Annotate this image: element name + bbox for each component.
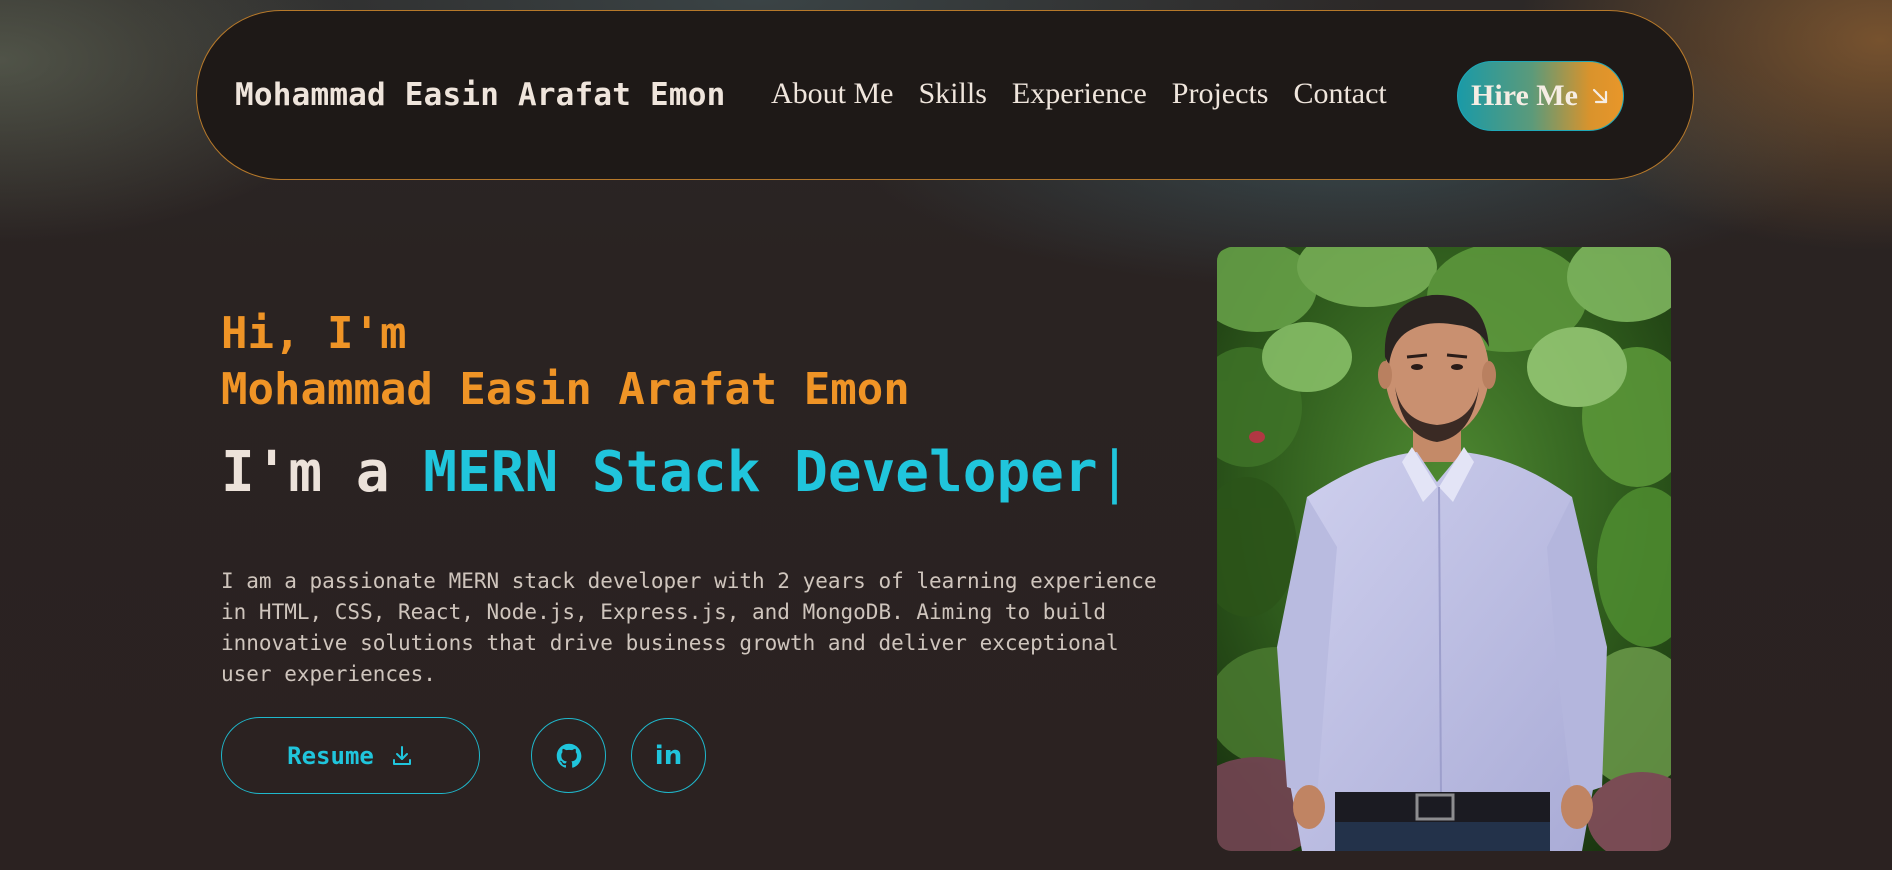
greeting-text: Hi, I'm (221, 308, 407, 359)
nav-link-experience[interactable]: Experience (1012, 77, 1147, 111)
nav-link-about[interactable]: About Me (771, 77, 894, 111)
resume-label: Resume (287, 741, 374, 770)
linkedin-button[interactable]: in (631, 718, 706, 793)
nav-link-skills[interactable]: Skills (919, 77, 987, 111)
nav-link-projects[interactable]: Projects (1172, 77, 1269, 111)
hire-me-label: Hire Me (1471, 79, 1578, 112)
hire-me-button[interactable]: Hire Me (1457, 61, 1624, 131)
navbar: Mohammad Easin Arafat Emon About Me Skil… (196, 10, 1694, 180)
typing-cursor: | (1097, 440, 1132, 505)
download-icon (392, 745, 411, 765)
role-text: MERN Stack Developer (423, 440, 1098, 505)
hero-role-line: I'm a MERN Stack Developer| (221, 440, 1131, 505)
arrow-down-right-icon (1592, 88, 1608, 104)
nav-link-contact[interactable]: Contact (1293, 77, 1386, 111)
linkedin-icon: in (654, 740, 683, 771)
role-prefix: I'm a (221, 440, 424, 505)
hero-intro: I am a passionate MERN stack developer w… (221, 569, 1157, 686)
profile-photo (1217, 247, 1671, 851)
nav-links: About Me Skills Experience Projects Cont… (771, 77, 1387, 111)
resume-button[interactable]: Resume (221, 717, 480, 794)
brand-name[interactable]: Mohammad Easin Arafat Emon (235, 77, 725, 113)
hero-name: Mohammad Easin Arafat Emon (221, 364, 910, 415)
hero-greeting: Hi, I'm Mohammad Easin Arafat Emon (221, 306, 910, 418)
github-icon (556, 743, 581, 768)
github-button[interactable] (531, 718, 606, 793)
